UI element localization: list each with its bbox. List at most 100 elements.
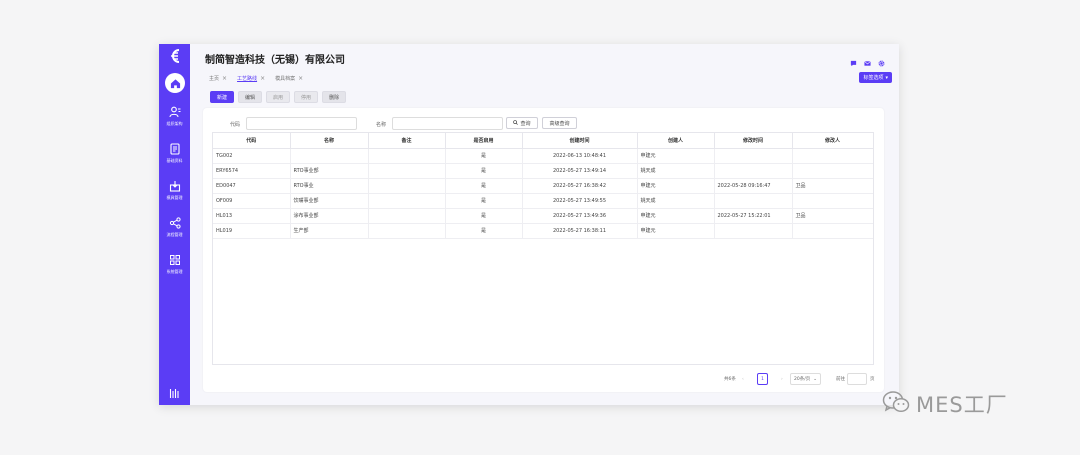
content-panel: 代码 名称 查询 高级查询 代码 名称 备注 是否启用 创建时间 创建人 修改时… — [203, 108, 884, 392]
page-unit-label: 页 — [870, 377, 875, 382]
cell-remark — [368, 208, 446, 224]
cell-modifier: 卫品 — [792, 208, 873, 224]
disable-button[interactable]: 停用 — [294, 91, 319, 103]
advanced-query-button[interactable]: 高级查询 — [542, 117, 577, 129]
sidebar-item-mold[interactable]: 模具管理 — [159, 180, 190, 201]
watermark-text: MES工厂 — [916, 393, 1008, 417]
table-row[interactable]: HL013 涂布事业部 是 2022-05-27 13:49:36 申建元 20… — [213, 208, 873, 224]
cell-modifier — [792, 223, 873, 239]
cell-remark — [368, 178, 446, 194]
cell-enabled: 是 — [445, 163, 523, 179]
home-icon — [170, 78, 180, 88]
name-input[interactable] — [392, 117, 503, 130]
cell-modifier — [792, 148, 873, 164]
user-group-icon — [168, 106, 181, 118]
cell-modified-time — [714, 223, 793, 239]
sidebar-item-basic-data[interactable]: 基础资料 — [159, 143, 190, 164]
toolbar: 新建 编辑 启用 停用 删除 — [210, 91, 347, 103]
sidebar-item-org[interactable]: 组织架构 — [159, 106, 190, 127]
code-input[interactable] — [246, 117, 357, 130]
tab-options-label: 标签选项 — [863, 75, 884, 81]
cell-remark — [368, 148, 446, 164]
goto-label: 前往 — [836, 377, 845, 382]
total-count: 共6条 — [724, 377, 736, 382]
search-icon — [513, 119, 519, 127]
cell-created-time: 2022-05-27 13:49:36 — [522, 208, 638, 224]
column-header[interactable]: 修改时间 — [714, 133, 793, 149]
watermark: MES工厂 — [882, 389, 1008, 419]
cell-modified-time — [714, 193, 793, 209]
cell-remark — [368, 193, 446, 209]
cell-modified-time: 2022-05-27 15:22:01 — [714, 208, 793, 224]
cell-code: HL019 — [213, 223, 291, 239]
document-icon — [169, 143, 181, 155]
column-header[interactable]: 是否启用 — [445, 133, 523, 149]
cell-creator: 申建元 — [637, 178, 715, 194]
wechat-icon — [882, 390, 910, 418]
home-button[interactable] — [165, 73, 185, 93]
table-row[interactable]: TG002 是 2022-06-13 10:48:41 申建元 — [213, 148, 873, 164]
table-row[interactable]: HL019 生产部 是 2022-05-27 16:38:11 申建元 — [213, 223, 873, 239]
column-header[interactable]: 创建时间 — [522, 133, 638, 149]
pagination: 共6条 ‹ 1 › 20条/页 ⌄ 前往 页 — [203, 373, 884, 385]
table-header-row: 代码 名称 备注 是否启用 创建时间 创建人 修改时间 修改人 — [213, 133, 873, 149]
next-page-button[interactable]: › — [781, 373, 783, 385]
sidebar-item-label: 流程管理 — [166, 232, 183, 237]
cell-created-time: 2022-05-27 16:38:42 — [522, 178, 638, 194]
query-button-label: 查询 — [520, 120, 531, 127]
column-header[interactable]: 代码 — [213, 133, 291, 149]
tab-process-route[interactable]: 工艺路线 × — [237, 75, 265, 82]
company-title: 制简智造科技（无锡）有限公司 — [205, 55, 345, 66]
column-header[interactable]: 名称 — [290, 133, 369, 149]
column-header[interactable]: 修改人 — [792, 133, 873, 149]
sidebar-item-process[interactable]: 流程管理 — [159, 217, 190, 238]
collapse-menu-icon[interactable] — [169, 384, 180, 398]
close-icon[interactable]: × — [260, 75, 265, 82]
cell-modified-time — [714, 163, 793, 179]
name-label: 名称 — [376, 122, 387, 128]
close-icon[interactable]: × — [298, 75, 303, 82]
cell-creator: 申建元 — [637, 148, 715, 164]
close-icon[interactable]: × — [222, 75, 227, 82]
goto-page-input[interactable] — [847, 373, 867, 385]
table-row[interactable]: OF009 饮嘴事业部 是 2022-05-27 13:49:55 姚天成 — [213, 193, 873, 209]
cell-created-time: 2022-05-27 13:49:55 — [522, 193, 638, 209]
cell-enabled: 是 — [445, 193, 523, 209]
cell-modifier — [792, 163, 873, 179]
tab-label: 工艺路线 — [237, 76, 258, 82]
enable-button[interactable]: 启用 — [266, 91, 291, 103]
grid-icon — [169, 254, 181, 266]
cell-enabled: 是 — [445, 148, 523, 164]
inbox-icon — [169, 180, 181, 192]
cell-modified-time — [714, 148, 793, 164]
cell-code: HL013 — [213, 208, 291, 224]
edit-button[interactable]: 编辑 — [238, 91, 263, 103]
cell-enabled: 是 — [445, 223, 523, 239]
table-row[interactable]: ERY6574 RTO事业部 是 2022-05-27 13:49:14 姚天成 — [213, 163, 873, 179]
cell-creator: 姚天成 — [637, 163, 715, 179]
tab-options-button[interactable]: 标签选项 ▾ — [859, 72, 892, 83]
sidebar-item-system[interactable]: 系统管理 — [159, 254, 190, 275]
chat-icon[interactable] — [850, 52, 857, 67]
page-number-button[interactable]: 1 — [757, 373, 768, 385]
cell-created-time: 2022-06-13 10:48:41 — [522, 148, 638, 164]
gear-icon[interactable] — [878, 52, 885, 67]
mail-icon[interactable] — [864, 52, 871, 66]
sidebar-item-label: 模具管理 — [166, 195, 183, 200]
tab-home[interactable]: 主页 × — [209, 75, 227, 82]
cell-code: OF009 — [213, 193, 291, 209]
column-header[interactable]: 创建人 — [637, 133, 715, 149]
column-header[interactable]: 备注 — [368, 133, 446, 149]
cell-code: ERY6574 — [213, 163, 291, 179]
page-size-select[interactable]: 20条/页 ⌄ — [790, 373, 822, 385]
new-button[interactable]: 新建 — [210, 91, 235, 103]
logo-icon[interactable] — [167, 47, 183, 65]
prev-page-button[interactable]: ‹ — [742, 373, 744, 385]
tab-mold-archive[interactable]: 模具档案 × — [275, 75, 303, 82]
query-button[interactable]: 查询 — [506, 117, 538, 129]
cell-name: RTO事业部 — [290, 163, 369, 179]
tab-label: 主页 — [209, 76, 220, 82]
table-row[interactable]: ED0047 RTO事业 是 2022-05-27 16:38:42 申建元 2… — [213, 178, 873, 194]
delete-button[interactable]: 删除 — [322, 91, 347, 103]
cell-modifier — [792, 193, 873, 209]
